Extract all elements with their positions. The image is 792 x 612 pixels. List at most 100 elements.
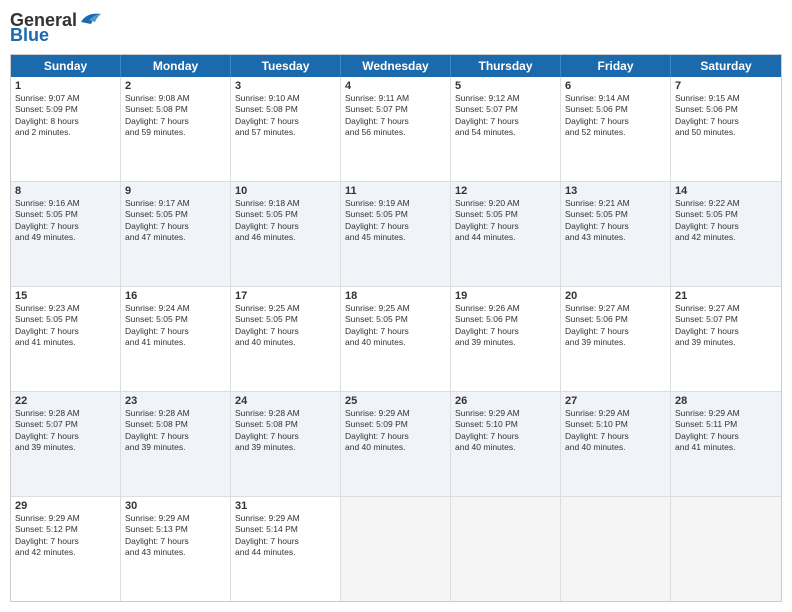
calendar-cell-2-6: 13Sunrise: 9:21 AMSunset: 5:05 PMDayligh…: [561, 182, 671, 286]
cell-sun-info: Sunrise: 9:28 AMSunset: 5:07 PMDaylight:…: [15, 408, 116, 454]
calendar-cell-4-5: 26Sunrise: 9:29 AMSunset: 5:10 PMDayligh…: [451, 392, 561, 496]
calendar-cell-2-1: 8Sunrise: 9:16 AMSunset: 5:05 PMDaylight…: [11, 182, 121, 286]
day-header-sunday: Sunday: [11, 55, 121, 77]
day-number: 26: [455, 395, 556, 407]
day-number: 22: [15, 395, 116, 407]
day-number: 5: [455, 80, 556, 92]
day-header-friday: Friday: [561, 55, 671, 77]
day-number: 16: [125, 290, 226, 302]
calendar-cell-5-2: 30Sunrise: 9:29 AMSunset: 5:13 PMDayligh…: [121, 497, 231, 601]
cell-sun-info: Sunrise: 9:25 AMSunset: 5:05 PMDaylight:…: [235, 303, 336, 349]
cell-sun-info: Sunrise: 9:07 AMSunset: 5:09 PMDaylight:…: [15, 93, 116, 139]
calendar-week-2: 8Sunrise: 9:16 AMSunset: 5:05 PMDaylight…: [11, 182, 781, 287]
cell-sun-info: Sunrise: 9:25 AMSunset: 5:05 PMDaylight:…: [345, 303, 446, 349]
day-number: 21: [675, 290, 777, 302]
day-number: 29: [15, 500, 116, 512]
logo-bird-icon: [79, 10, 101, 28]
calendar-header: SundayMondayTuesdayWednesdayThursdayFrid…: [11, 55, 781, 77]
cell-sun-info: Sunrise: 9:22 AMSunset: 5:05 PMDaylight:…: [675, 198, 777, 244]
cell-sun-info: Sunrise: 9:10 AMSunset: 5:08 PMDaylight:…: [235, 93, 336, 139]
calendar-cell-3-1: 15Sunrise: 9:23 AMSunset: 5:05 PMDayligh…: [11, 287, 121, 391]
day-number: 9: [125, 185, 226, 197]
day-number: 11: [345, 185, 446, 197]
calendar-cell-5-3: 31Sunrise: 9:29 AMSunset: 5:14 PMDayligh…: [231, 497, 341, 601]
calendar-cell-3-7: 21Sunrise: 9:27 AMSunset: 5:07 PMDayligh…: [671, 287, 781, 391]
day-number: 2: [125, 80, 226, 92]
day-number: 27: [565, 395, 666, 407]
cell-sun-info: Sunrise: 9:12 AMSunset: 5:07 PMDaylight:…: [455, 93, 556, 139]
cell-sun-info: Sunrise: 9:28 AMSunset: 5:08 PMDaylight:…: [235, 408, 336, 454]
cell-sun-info: Sunrise: 9:27 AMSunset: 5:07 PMDaylight:…: [675, 303, 777, 349]
calendar: SundayMondayTuesdayWednesdayThursdayFrid…: [10, 54, 782, 602]
cell-sun-info: Sunrise: 9:19 AMSunset: 5:05 PMDaylight:…: [345, 198, 446, 244]
day-header-tuesday: Tuesday: [231, 55, 341, 77]
cell-sun-info: Sunrise: 9:27 AMSunset: 5:06 PMDaylight:…: [565, 303, 666, 349]
page-container: General Blue SundayMondayTuesdayWednesda…: [0, 0, 792, 612]
day-number: 23: [125, 395, 226, 407]
day-number: 6: [565, 80, 666, 92]
cell-sun-info: Sunrise: 9:29 AMSunset: 5:13 PMDaylight:…: [125, 513, 226, 559]
day-number: 13: [565, 185, 666, 197]
day-number: 19: [455, 290, 556, 302]
calendar-cell-3-5: 19Sunrise: 9:26 AMSunset: 5:06 PMDayligh…: [451, 287, 561, 391]
cell-sun-info: Sunrise: 9:11 AMSunset: 5:07 PMDaylight:…: [345, 93, 446, 139]
day-number: 8: [15, 185, 116, 197]
calendar-cell-5-5: [451, 497, 561, 601]
cell-sun-info: Sunrise: 9:29 AMSunset: 5:11 PMDaylight:…: [675, 408, 777, 454]
calendar-cell-1-7: 7Sunrise: 9:15 AMSunset: 5:06 PMDaylight…: [671, 77, 781, 181]
calendar-cell-5-6: [561, 497, 671, 601]
day-number: 31: [235, 500, 336, 512]
day-number: 24: [235, 395, 336, 407]
logo-blue: Blue: [10, 25, 49, 46]
calendar-cell-2-7: 14Sunrise: 9:22 AMSunset: 5:05 PMDayligh…: [671, 182, 781, 286]
cell-sun-info: Sunrise: 9:20 AMSunset: 5:05 PMDaylight:…: [455, 198, 556, 244]
day-number: 28: [675, 395, 777, 407]
calendar-week-4: 22Sunrise: 9:28 AMSunset: 5:07 PMDayligh…: [11, 392, 781, 497]
day-number: 15: [15, 290, 116, 302]
calendar-week-3: 15Sunrise: 9:23 AMSunset: 5:05 PMDayligh…: [11, 287, 781, 392]
logo: General Blue: [10, 10, 101, 46]
day-number: 10: [235, 185, 336, 197]
calendar-cell-2-5: 12Sunrise: 9:20 AMSunset: 5:05 PMDayligh…: [451, 182, 561, 286]
cell-sun-info: Sunrise: 9:29 AMSunset: 5:14 PMDaylight:…: [235, 513, 336, 559]
cell-sun-info: Sunrise: 9:29 AMSunset: 5:10 PMDaylight:…: [455, 408, 556, 454]
calendar-cell-1-2: 2Sunrise: 9:08 AMSunset: 5:08 PMDaylight…: [121, 77, 231, 181]
calendar-week-5: 29Sunrise: 9:29 AMSunset: 5:12 PMDayligh…: [11, 497, 781, 601]
calendar-cell-3-3: 17Sunrise: 9:25 AMSunset: 5:05 PMDayligh…: [231, 287, 341, 391]
cell-sun-info: Sunrise: 9:08 AMSunset: 5:08 PMDaylight:…: [125, 93, 226, 139]
page-header: General Blue: [10, 10, 782, 46]
calendar-cell-4-7: 28Sunrise: 9:29 AMSunset: 5:11 PMDayligh…: [671, 392, 781, 496]
calendar-cell-3-6: 20Sunrise: 9:27 AMSunset: 5:06 PMDayligh…: [561, 287, 671, 391]
cell-sun-info: Sunrise: 9:29 AMSunset: 5:10 PMDaylight:…: [565, 408, 666, 454]
calendar-cell-1-1: 1Sunrise: 9:07 AMSunset: 5:09 PMDaylight…: [11, 77, 121, 181]
calendar-cell-4-6: 27Sunrise: 9:29 AMSunset: 5:10 PMDayligh…: [561, 392, 671, 496]
day-header-saturday: Saturday: [671, 55, 781, 77]
day-number: 7: [675, 80, 777, 92]
cell-sun-info: Sunrise: 9:28 AMSunset: 5:08 PMDaylight:…: [125, 408, 226, 454]
calendar-cell-2-2: 9Sunrise: 9:17 AMSunset: 5:05 PMDaylight…: [121, 182, 231, 286]
calendar-cell-2-4: 11Sunrise: 9:19 AMSunset: 5:05 PMDayligh…: [341, 182, 451, 286]
calendar-body: 1Sunrise: 9:07 AMSunset: 5:09 PMDaylight…: [11, 77, 781, 601]
calendar-cell-3-2: 16Sunrise: 9:24 AMSunset: 5:05 PMDayligh…: [121, 287, 231, 391]
calendar-cell-5-4: [341, 497, 451, 601]
cell-sun-info: Sunrise: 9:15 AMSunset: 5:06 PMDaylight:…: [675, 93, 777, 139]
calendar-cell-1-5: 5Sunrise: 9:12 AMSunset: 5:07 PMDaylight…: [451, 77, 561, 181]
cell-sun-info: Sunrise: 9:29 AMSunset: 5:12 PMDaylight:…: [15, 513, 116, 559]
cell-sun-info: Sunrise: 9:24 AMSunset: 5:05 PMDaylight:…: [125, 303, 226, 349]
calendar-cell-4-3: 24Sunrise: 9:28 AMSunset: 5:08 PMDayligh…: [231, 392, 341, 496]
day-number: 18: [345, 290, 446, 302]
day-number: 20: [565, 290, 666, 302]
day-number: 3: [235, 80, 336, 92]
day-number: 14: [675, 185, 777, 197]
day-header-monday: Monday: [121, 55, 231, 77]
cell-sun-info: Sunrise: 9:17 AMSunset: 5:05 PMDaylight:…: [125, 198, 226, 244]
cell-sun-info: Sunrise: 9:23 AMSunset: 5:05 PMDaylight:…: [15, 303, 116, 349]
calendar-cell-4-4: 25Sunrise: 9:29 AMSunset: 5:09 PMDayligh…: [341, 392, 451, 496]
cell-sun-info: Sunrise: 9:29 AMSunset: 5:09 PMDaylight:…: [345, 408, 446, 454]
day-number: 17: [235, 290, 336, 302]
day-number: 1: [15, 80, 116, 92]
calendar-week-1: 1Sunrise: 9:07 AMSunset: 5:09 PMDaylight…: [11, 77, 781, 182]
day-header-wednesday: Wednesday: [341, 55, 451, 77]
calendar-cell-3-4: 18Sunrise: 9:25 AMSunset: 5:05 PMDayligh…: [341, 287, 451, 391]
calendar-cell-5-1: 29Sunrise: 9:29 AMSunset: 5:12 PMDayligh…: [11, 497, 121, 601]
